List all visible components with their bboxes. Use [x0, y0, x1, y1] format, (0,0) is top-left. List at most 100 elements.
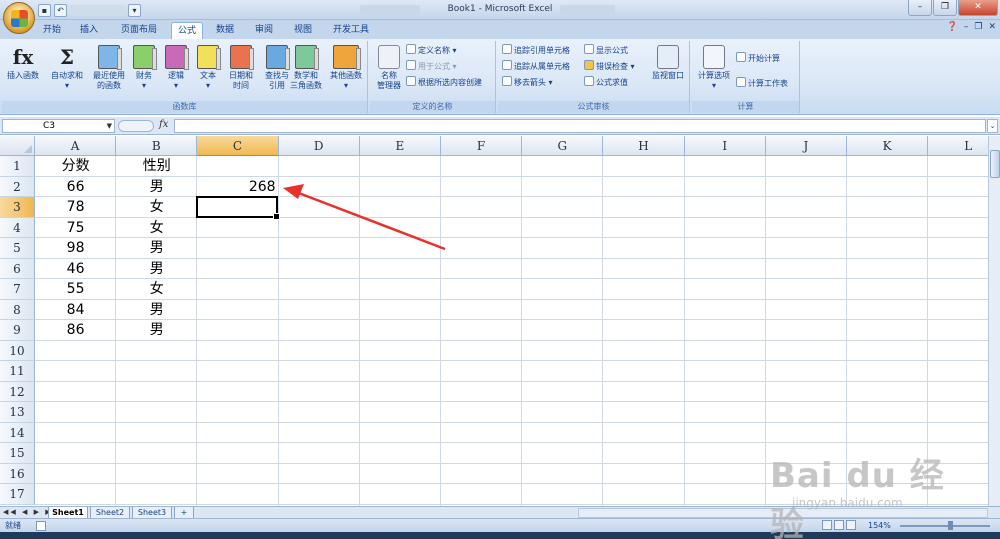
- zoom-slider[interactable]: [900, 521, 990, 530]
- error-checking-button[interactable]: 错误检查 ▾: [584, 60, 635, 72]
- cell-a2[interactable]: 66: [35, 177, 116, 197]
- name-box[interactable]: C3 ▼: [2, 119, 115, 133]
- column-header-b[interactable]: B: [116, 136, 198, 156]
- row-header-1[interactable]: 1: [0, 156, 35, 177]
- create-from-selection-button[interactable]: 根据所选内容创建: [406, 76, 482, 88]
- row-header-15[interactable]: 15: [0, 443, 35, 464]
- row-header-6[interactable]: 6: [0, 258, 35, 279]
- row-header-9[interactable]: 9: [0, 320, 35, 341]
- cell-b3[interactable]: 女: [116, 197, 197, 217]
- selected-cell-c3[interactable]: [196, 196, 281, 219]
- column-header-f[interactable]: F: [441, 136, 523, 156]
- calculate-now-button[interactable]: 开始计算: [736, 52, 780, 64]
- datetime-button[interactable]: 日期和 时间: [222, 42, 260, 98]
- insert-function-button[interactable]: fx 插入函数: [4, 42, 42, 98]
- remove-arrows-button[interactable]: 移去箭头 ▾: [502, 76, 553, 88]
- row-header-16[interactable]: 16: [0, 463, 35, 484]
- more-functions-button[interactable]: 其他函数 ▾: [326, 42, 366, 98]
- zoom-level[interactable]: 154%: [868, 520, 891, 532]
- ribbon-minimize-icon[interactable]: –: [964, 22, 969, 32]
- column-header-h[interactable]: H: [603, 136, 685, 156]
- cell-a1[interactable]: 分数: [35, 156, 116, 176]
- insert-function-fx-icon[interactable]: fx: [159, 119, 168, 130]
- cell-b2[interactable]: 男: [116, 177, 197, 197]
- vertical-scrollbar[interactable]: [988, 136, 1000, 506]
- row-header-8[interactable]: 8: [0, 299, 35, 320]
- column-header-i[interactable]: I: [684, 136, 766, 156]
- normal-view-icon[interactable]: [822, 520, 832, 530]
- name-manager-button[interactable]: 名称 管理器: [370, 42, 408, 98]
- column-header-g[interactable]: G: [522, 136, 604, 156]
- close-button[interactable]: ✕: [958, 0, 998, 16]
- column-header-d[interactable]: D: [278, 136, 360, 156]
- tab-developer[interactable]: 开发工具: [326, 22, 376, 39]
- row-header-13[interactable]: 13: [0, 402, 35, 423]
- trace-dependents-button[interactable]: 追踪从属单元格: [502, 60, 570, 72]
- zoom-slider-knob[interactable]: [948, 521, 953, 530]
- cell-b9[interactable]: 男: [116, 320, 197, 340]
- tab-review[interactable]: 审阅: [247, 22, 281, 39]
- row-header-3[interactable]: 3: [0, 197, 35, 218]
- column-header-a[interactable]: A: [35, 136, 117, 156]
- page-break-view-icon[interactable]: [846, 520, 856, 530]
- cell-a3[interactable]: 78: [35, 197, 116, 217]
- calculate-sheet-button[interactable]: 计算工作表: [736, 77, 788, 89]
- cell-b6[interactable]: 男: [116, 259, 197, 279]
- row-header-11[interactable]: 11: [0, 361, 35, 382]
- column-header-k[interactable]: K: [847, 136, 929, 156]
- calculation-options-button[interactable]: 计算选项 ▾: [694, 42, 734, 98]
- cell-b7[interactable]: 女: [116, 279, 197, 299]
- horizontal-scrollbar[interactable]: [578, 508, 988, 518]
- logical-button[interactable]: 逻辑 ▾: [160, 42, 192, 98]
- watch-window-button[interactable]: 监视窗口: [648, 42, 688, 98]
- trace-precedents-button[interactable]: 追踪引用单元格: [502, 44, 570, 56]
- select-all-corner[interactable]: [0, 136, 35, 156]
- macro-record-icon[interactable]: [36, 521, 46, 531]
- cell-a5[interactable]: 98: [35, 238, 116, 258]
- tab-formulas[interactable]: 公式: [171, 22, 203, 39]
- row-header-14[interactable]: 14: [0, 422, 35, 443]
- tab-view[interactable]: 视图: [286, 22, 320, 39]
- cell-a9[interactable]: 86: [35, 320, 116, 340]
- recent-functions-button[interactable]: 最近使用 的函数: [90, 42, 128, 98]
- cell-c2[interactable]: 268: [197, 177, 278, 197]
- row-header-2[interactable]: 2: [0, 176, 35, 197]
- cell-a4[interactable]: 75: [35, 218, 116, 238]
- cell-b1[interactable]: 性别: [116, 156, 197, 176]
- evaluate-formula-button[interactable]: 公式求值: [584, 76, 628, 88]
- cell-a8[interactable]: 84: [35, 300, 116, 320]
- row-header-7[interactable]: 7: [0, 279, 35, 300]
- row-header-12[interactable]: 12: [0, 381, 35, 402]
- page-layout-view-icon[interactable]: [834, 520, 844, 530]
- name-box-dropdown-icon[interactable]: ▼: [107, 120, 112, 132]
- minimize-button[interactable]: –: [908, 0, 932, 16]
- maximize-button[interactable]: ❐: [933, 0, 957, 16]
- column-header-e[interactable]: E: [359, 136, 441, 156]
- use-in-formula-button[interactable]: 用于公式 ▾: [406, 60, 457, 72]
- formula-cancel-enter-buttons[interactable]: [118, 120, 154, 132]
- worksheet-grid[interactable]: A B C D E F G H I J K L 1 2 3 4 5 6 7 8 9 10 11 12 13 14 15 16 17 分数 6…: [0, 136, 988, 506]
- cell-b4[interactable]: 女: [116, 218, 197, 238]
- math-button[interactable]: 数学和 三角函数: [284, 42, 328, 98]
- vertical-scroll-thumb[interactable]: [990, 150, 1000, 178]
- show-formulas-button[interactable]: 显示公式: [584, 44, 628, 56]
- formula-input[interactable]: [174, 119, 986, 133]
- cell-a7[interactable]: 55: [35, 279, 116, 299]
- row-header-17[interactable]: 17: [0, 484, 35, 505]
- expand-formula-bar-icon[interactable]: ⌄: [987, 119, 998, 133]
- column-header-l[interactable]: L: [928, 136, 988, 156]
- tab-insert[interactable]: 插入: [72, 22, 106, 39]
- define-name-button[interactable]: 定义名称 ▾: [406, 44, 457, 56]
- tab-home[interactable]: 开始: [36, 22, 68, 39]
- autosum-button[interactable]: Σ 自动求和 ▾: [48, 42, 86, 98]
- help-icon[interactable]: ❓: [947, 22, 958, 32]
- financial-button[interactable]: 财务 ▾: [128, 42, 160, 98]
- ribbon-restore-icon[interactable]: ❐: [974, 22, 982, 32]
- column-header-j[interactable]: J: [765, 136, 847, 156]
- cell-b8[interactable]: 男: [116, 300, 197, 320]
- row-header-4[interactable]: 4: [0, 217, 35, 238]
- cell-b5[interactable]: 男: [116, 238, 197, 258]
- cell-a6[interactable]: 46: [35, 259, 116, 279]
- row-header-10[interactable]: 10: [0, 340, 35, 361]
- tab-page-layout[interactable]: 页面布局: [112, 22, 166, 39]
